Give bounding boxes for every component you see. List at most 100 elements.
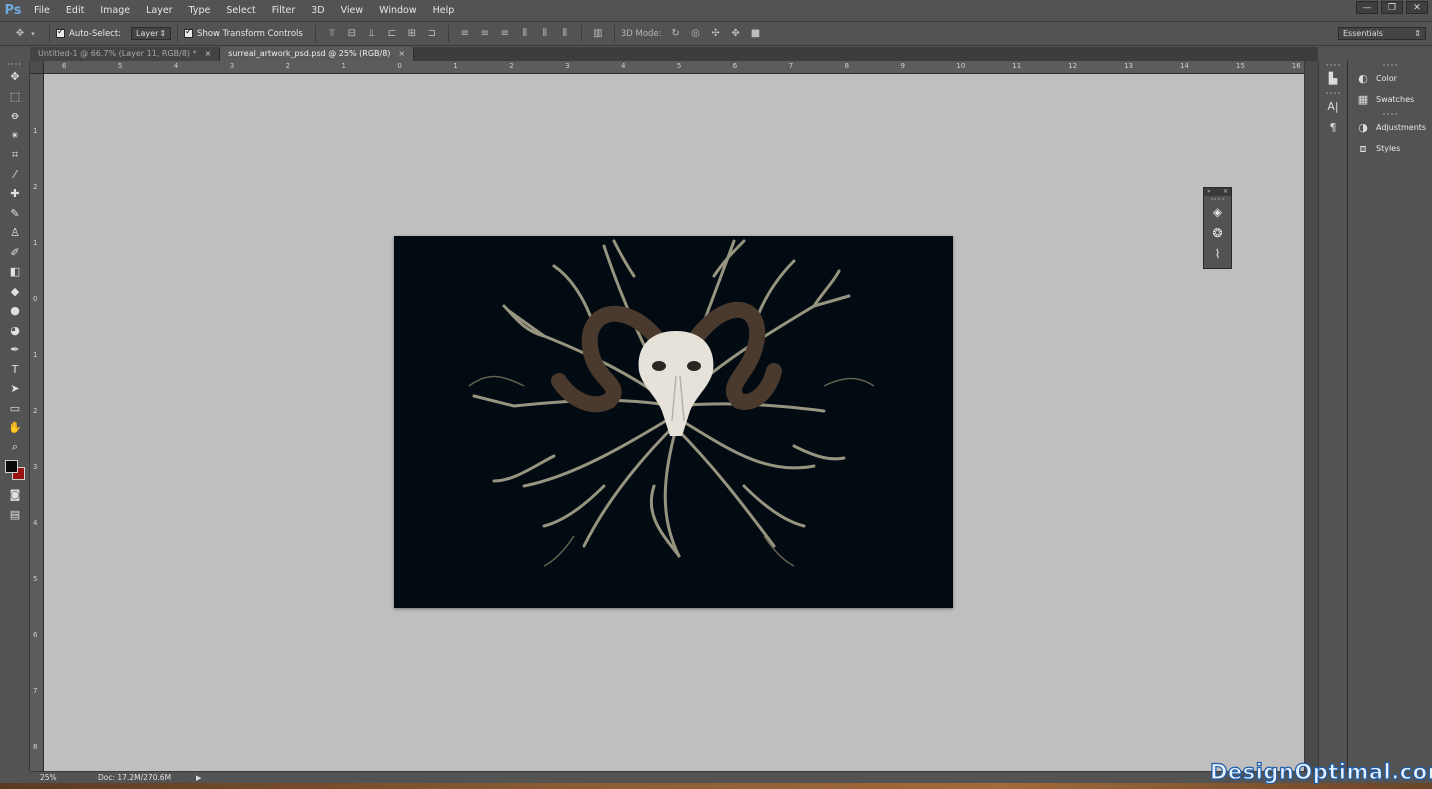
paragraph-icon[interactable]: ¶ bbox=[1319, 117, 1347, 138]
layers-icon[interactable]: ◈ bbox=[1204, 201, 1231, 222]
lasso-tool-icon[interactable]: ꝋ bbox=[0, 106, 30, 126]
quick-mask-icon[interactable]: ◙ bbox=[0, 485, 30, 505]
ruler-left-label: 3 bbox=[33, 463, 38, 471]
magic-wand-tool-icon[interactable]: ✴ bbox=[0, 126, 30, 146]
menu-type[interactable]: Type bbox=[181, 0, 219, 21]
auto-select-checkbox[interactable] bbox=[56, 27, 65, 38]
distribute-right-icon[interactable]: ⫴ bbox=[559, 28, 571, 40]
document-workspace[interactable] bbox=[44, 74, 1304, 771]
panel-styles[interactable]: ⧈ Styles bbox=[1348, 138, 1432, 159]
paths-icon[interactable]: ⌇ bbox=[1204, 243, 1231, 264]
panel-label: Styles bbox=[1376, 144, 1401, 153]
path-selection-tool-icon[interactable]: ➤ bbox=[0, 379, 30, 399]
menu-select[interactable]: Select bbox=[218, 0, 263, 21]
ruler-top-label: 9 bbox=[900, 62, 905, 70]
menu-window[interactable]: Window bbox=[371, 0, 424, 21]
zoom-level[interactable]: 25% bbox=[30, 773, 90, 782]
channels-icon[interactable]: ❂ bbox=[1204, 222, 1231, 243]
chevron-down-icon[interactable]: ▾ bbox=[27, 28, 39, 40]
distribute-hcenter-icon[interactable]: ⫴ bbox=[539, 28, 551, 40]
eyedropper-tool-icon[interactable]: ⁄ bbox=[0, 165, 30, 185]
zoom-tool-icon[interactable]: ⌕ bbox=[0, 438, 30, 458]
type-tool-icon[interactable]: T bbox=[0, 360, 30, 380]
ruler-origin[interactable] bbox=[30, 61, 44, 74]
3d-rotate-icon[interactable]: ↻ bbox=[670, 28, 682, 40]
align-left-edges-icon[interactable]: ⊏ bbox=[386, 28, 398, 40]
ruler-top-label: 15 bbox=[1235, 62, 1245, 70]
rectangle-tool-icon[interactable]: ▭ bbox=[0, 399, 30, 419]
menu-layer[interactable]: Layer bbox=[138, 0, 181, 21]
move-tool-preset-icon[interactable]: ✥ bbox=[14, 28, 26, 40]
dodge-tool-icon[interactable]: ◕ bbox=[0, 321, 30, 341]
eraser-tool-icon[interactable]: ◧ bbox=[0, 262, 30, 282]
expand-panels-icon[interactable]: » bbox=[1207, 188, 1211, 196]
align-right-edges-icon[interactable]: ⊐ bbox=[426, 28, 438, 40]
align-vertical-centers-icon[interactable]: ⊟ bbox=[346, 28, 358, 40]
clone-stamp-tool-icon[interactable]: ♙ bbox=[0, 223, 30, 243]
3d-pan-icon[interactable]: ✣ bbox=[710, 28, 722, 40]
auto-select-target-dropdown[interactable]: Layer ⇕ bbox=[131, 27, 172, 40]
crop-tool-icon[interactable]: ⌗ bbox=[0, 145, 30, 165]
menu-edit[interactable]: Edit bbox=[58, 0, 92, 21]
3d-slide-icon[interactable]: ✥ bbox=[730, 28, 742, 40]
restore-button[interactable]: ❐ bbox=[1381, 1, 1403, 14]
floating-panel-header[interactable]: » × bbox=[1204, 188, 1231, 196]
ruler-left-label: 1 bbox=[33, 239, 38, 247]
brush-tool-icon[interactable]: ✎ bbox=[0, 204, 30, 224]
screen-mode-icon[interactable]: ▤ bbox=[0, 505, 30, 525]
close-icon[interactable]: × bbox=[1223, 188, 1228, 196]
distribute-bottom-icon[interactable]: ≡ bbox=[499, 28, 511, 40]
move-tool-icon[interactable]: ✥ bbox=[0, 67, 30, 87]
show-transform-checkbox[interactable] bbox=[184, 27, 194, 38]
menu-view[interactable]: View bbox=[333, 0, 372, 21]
align-top-edges-icon[interactable]: ⫪ bbox=[326, 28, 338, 40]
ruler-left-label: 0 bbox=[33, 295, 38, 303]
foreground-color-swatch[interactable] bbox=[5, 460, 18, 473]
vertical-scrollbar[interactable] bbox=[1304, 61, 1318, 771]
tab-surreal-artwork[interactable]: surreal_artwork_psd.psd @ 25% (RGB/8) × bbox=[220, 47, 415, 61]
chevron-updown-icon: ⇕ bbox=[1414, 29, 1421, 38]
pen-tool-icon[interactable]: ✒ bbox=[0, 340, 30, 360]
close-icon[interactable]: × bbox=[398, 47, 405, 61]
distribute-top-icon[interactable]: ≡ bbox=[459, 28, 471, 40]
minimize-button[interactable]: — bbox=[1356, 1, 1378, 14]
3d-roll-icon[interactable]: ◎ bbox=[690, 28, 702, 40]
color-swatches bbox=[0, 457, 30, 485]
ruler-top-label: 16 bbox=[1291, 62, 1301, 70]
ruler-left-label: 7 bbox=[33, 687, 38, 695]
character-icon[interactable]: A| bbox=[1319, 96, 1347, 117]
history-brush-tool-icon[interactable]: ✐ bbox=[0, 243, 30, 263]
close-button[interactable]: ✕ bbox=[1406, 1, 1428, 14]
close-icon[interactable]: × bbox=[205, 47, 212, 61]
distribute-left-icon[interactable]: ⫴ bbox=[519, 28, 531, 40]
menu-help[interactable]: Help bbox=[425, 0, 463, 21]
menu-filter[interactable]: Filter bbox=[264, 0, 304, 21]
blur-tool-icon[interactable]: ● bbox=[0, 301, 30, 321]
healing-brush-tool-icon[interactable]: ✚ bbox=[0, 184, 30, 204]
status-menu-arrow-icon[interactable]: ▶ bbox=[196, 774, 201, 782]
marquee-tool-icon[interactable]: ⬚ bbox=[0, 87, 30, 107]
3d-scale-icon[interactable]: ■ bbox=[750, 28, 762, 40]
ruler-top-label: 2 bbox=[509, 62, 514, 70]
hand-tool-icon[interactable]: ✋ bbox=[0, 418, 30, 438]
ruler-top-label: 3 bbox=[565, 62, 570, 70]
align-bottom-edges-icon[interactable]: ⫫ bbox=[366, 28, 378, 40]
auto-select-label: Auto-Select: bbox=[69, 28, 122, 39]
auto-align-layers-icon[interactable]: ▥ bbox=[592, 28, 604, 40]
distribute-vcenter-icon[interactable]: ≡ bbox=[479, 28, 491, 40]
history-icon[interactable]: ▙ bbox=[1319, 68, 1347, 89]
document-canvas[interactable] bbox=[394, 236, 953, 608]
paint-bucket-tool-icon[interactable]: ◆ bbox=[0, 282, 30, 302]
separator bbox=[314, 25, 316, 42]
align-horizontal-centers-icon[interactable]: ⊞ bbox=[406, 28, 418, 40]
ruler-left-label: 2 bbox=[33, 183, 38, 191]
ruler-left-label: 6 bbox=[33, 631, 38, 639]
panel-adjustments[interactable]: ◑ Adjustments bbox=[1348, 117, 1432, 138]
menu-image[interactable]: Image bbox=[92, 0, 138, 21]
tab-untitled-1[interactable]: Untitled-1 @ 66.7% (Layer 11, RGB/8) * × bbox=[30, 47, 221, 61]
panel-swatches[interactable]: ▦ Swatches bbox=[1348, 89, 1432, 110]
panel-color[interactable]: ◐ Color bbox=[1348, 68, 1432, 89]
menu-file[interactable]: File bbox=[26, 0, 58, 21]
menu-3d[interactable]: 3D bbox=[303, 0, 332, 21]
workspace-switcher[interactable]: Essentials ⇕ bbox=[1338, 27, 1426, 40]
